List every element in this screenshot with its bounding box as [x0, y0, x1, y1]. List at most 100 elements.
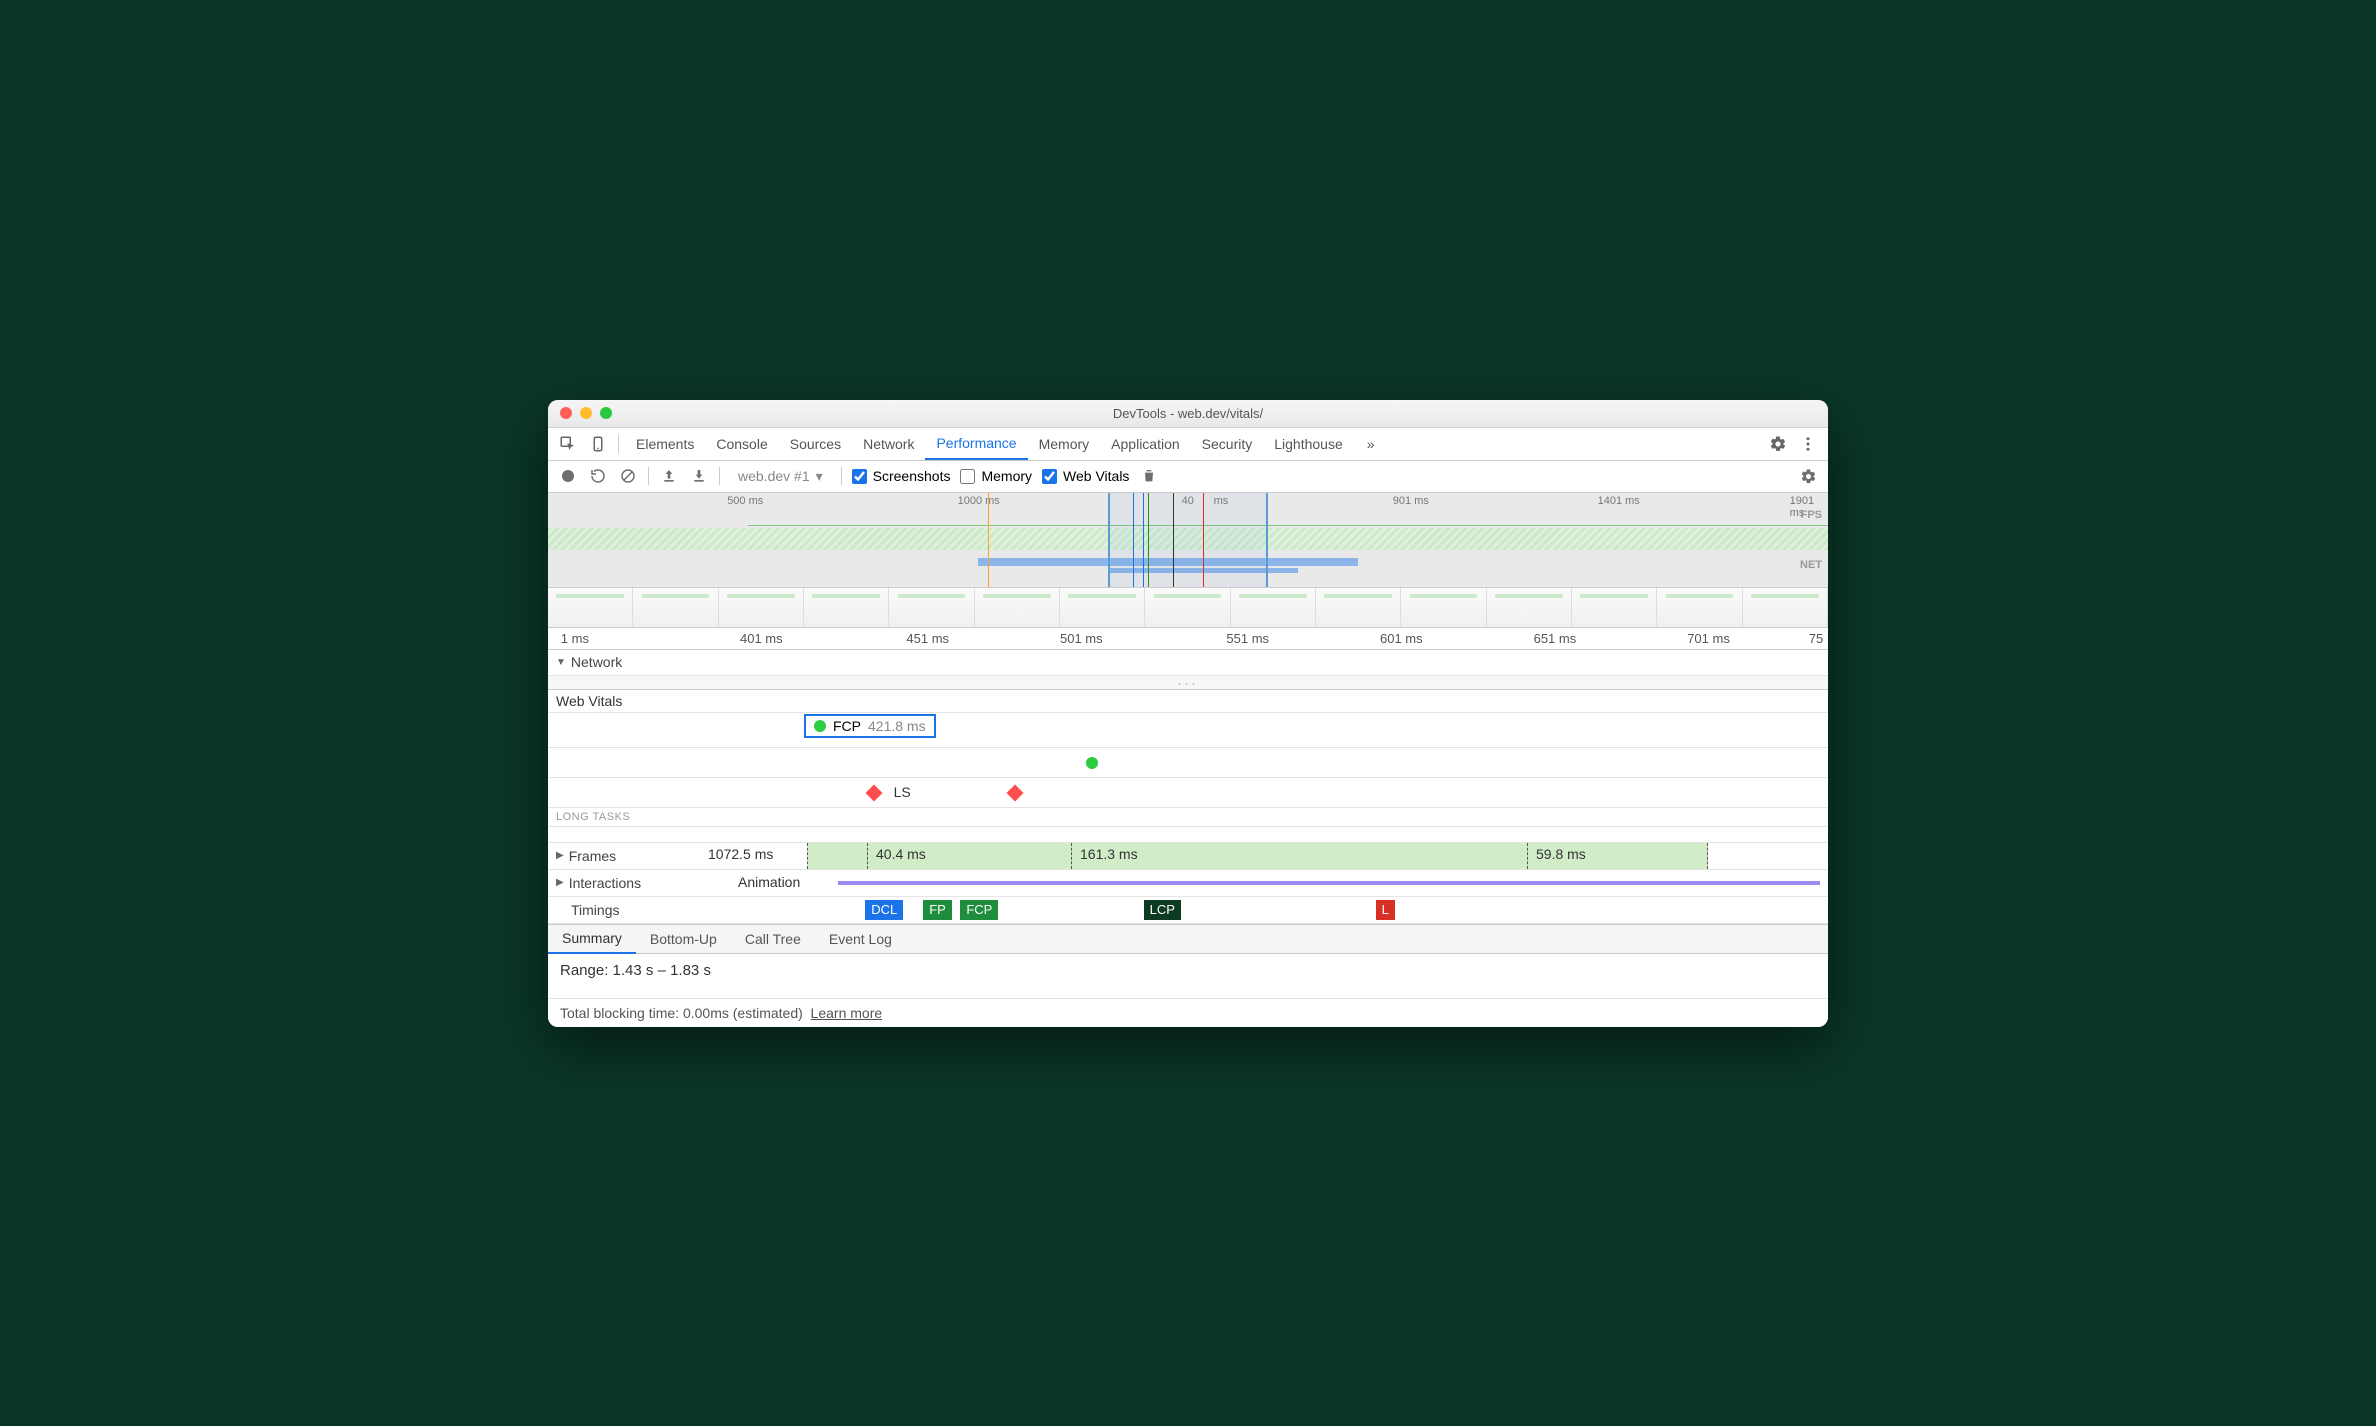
summary-range: Range: 1.43 s – 1.83 s — [548, 954, 1828, 998]
overview-marker — [1203, 493, 1204, 587]
lane-fps: FPS — [1801, 509, 1822, 521]
fcp-marker[interactable]: FCP 421.8 ms — [804, 714, 936, 738]
timing-badge-lcp[interactable]: LCP — [1144, 900, 1181, 920]
overview-time-label: 1000 ms — [958, 495, 1000, 507]
memory-checkbox[interactable]: Memory — [960, 468, 1032, 484]
layout-shift-icon[interactable] — [1006, 785, 1023, 802]
window-controls — [560, 407, 612, 419]
perf-toolbar: web.dev #1 ▾ Screenshots Memory Web Vita… — [548, 461, 1828, 493]
zoom-icon[interactable] — [600, 407, 612, 419]
settings-gear-icon[interactable] — [1764, 430, 1792, 458]
webvitals-section-header: Web Vitals — [548, 690, 1828, 713]
ls-label: LS — [894, 784, 911, 800]
network-section[interactable]: ▼Network — [548, 650, 1828, 676]
details-tab-call-tree[interactable]: Call Tree — [731, 924, 815, 954]
reload-record-button[interactable] — [588, 466, 608, 486]
chevron-down-icon: ▾ — [816, 468, 823, 485]
frame-segment[interactable]: 40.4 ms — [868, 843, 1072, 869]
details-tab-bottom-up[interactable]: Bottom-Up — [636, 924, 731, 954]
lcp-dot-icon[interactable] — [1086, 757, 1098, 769]
frame-segment[interactable]: 161.3 ms — [1072, 843, 1528, 869]
overview-marker — [1143, 493, 1144, 587]
screenshots-checkbox[interactable]: Screenshots — [852, 468, 951, 484]
animation-bar — [838, 881, 1820, 885]
kebab-menu-icon[interactable] — [1794, 430, 1822, 458]
tab-lighthouse[interactable]: Lighthouse — [1263, 427, 1354, 460]
minimize-icon[interactable] — [580, 407, 592, 419]
filmstrip[interactable] — [548, 588, 1828, 628]
inspect-icon[interactable] — [554, 430, 582, 458]
ruler-tick: 75 — [1809, 631, 1823, 646]
upload-profile-button[interactable] — [659, 466, 679, 486]
download-profile-button[interactable] — [689, 466, 709, 486]
titlebar: DevTools - web.dev/vitals/ — [548, 400, 1828, 428]
clear-button[interactable] — [618, 466, 638, 486]
overview-time-label: 1401 ms — [1598, 495, 1640, 507]
webvitals-ls-row: LS — [548, 778, 1828, 808]
record-button[interactable] — [558, 466, 578, 486]
tab-network[interactable]: Network — [852, 427, 925, 460]
timing-badge-fp[interactable]: FP — [923, 900, 952, 920]
device-toggle-icon[interactable] — [584, 430, 612, 458]
delete-icon[interactable] — [1139, 466, 1159, 486]
timing-badge-fcp[interactable]: FCP — [960, 900, 998, 920]
devtools-window: DevTools - web.dev/vitals/ ElementsConso… — [548, 400, 1828, 1027]
good-dot-icon — [814, 720, 826, 732]
frame-segment[interactable]: 1072.5 ms — [700, 843, 808, 869]
recording-select-label: web.dev #1 — [738, 468, 810, 484]
main-tabs: ElementsConsoleSourcesNetworkPerformance… — [548, 428, 1828, 461]
details-tab-event-log[interactable]: Event Log — [815, 924, 906, 954]
ruler-tick: 601 ms — [1380, 631, 1423, 646]
capture-settings-gear-icon[interactable] — [1798, 466, 1818, 486]
animation-label: Animation — [738, 874, 800, 890]
timing-badge-l[interactable]: L — [1376, 900, 1395, 920]
ruler-tick: 651 ms — [1534, 631, 1577, 646]
overview-marker — [1148, 493, 1149, 587]
frame-segment[interactable] — [808, 843, 868, 869]
overview-marker — [1133, 493, 1134, 587]
time-ruler[interactable]: 1 ms 401 ms 451 ms 501 ms 551 ms 601 ms 651 ms… — [548, 628, 1828, 650]
overview-timeline[interactable]: 500 ms1000 ms40ms901 ms1401 ms1901 ms FP… — [548, 493, 1828, 588]
expand-icon: ▶ — [556, 877, 564, 888]
ruler-tick: 401 ms — [740, 631, 783, 646]
interactions-row[interactable]: ▶Interactions Animation — [548, 870, 1828, 897]
overview-marker — [988, 493, 989, 587]
ruler-tick: 701 ms — [1687, 631, 1730, 646]
tab-sources[interactable]: Sources — [779, 427, 852, 460]
expand-icon: ▶ — [556, 850, 564, 861]
overview-time-label: 500 ms — [727, 495, 763, 507]
overview-time-label: 901 ms — [1393, 495, 1429, 507]
ruler-tick: 1 ms — [561, 631, 589, 646]
ruler-tick: 501 ms — [1060, 631, 1103, 646]
layout-shift-icon[interactable] — [866, 785, 883, 802]
details-tabs: SummaryBottom-UpCall TreeEvent Log — [548, 924, 1828, 954]
window-title: DevTools - web.dev/vitals/ — [548, 406, 1828, 421]
tabs-overflow[interactable]: » — [1356, 427, 1386, 460]
close-icon[interactable] — [560, 407, 572, 419]
collapse-handle[interactable]: ··· — [548, 676, 1828, 690]
webvitals-checkbox[interactable]: Web Vitals — [1042, 468, 1129, 484]
expand-icon: ▼ — [556, 657, 566, 668]
tab-performance[interactable]: Performance — [925, 427, 1027, 460]
longtasks-header: LONG TASKS — [548, 808, 1828, 827]
learn-more-link[interactable]: Learn more — [811, 1005, 883, 1021]
tab-elements[interactable]: Elements — [625, 427, 705, 460]
footer: Total blocking time: 0.00ms (estimated) … — [548, 998, 1828, 1027]
ruler-tick: 551 ms — [1226, 631, 1269, 646]
tab-security[interactable]: Security — [1191, 427, 1264, 460]
webvitals-fcp-row: FCP 421.8 ms — [548, 713, 1828, 748]
details-tab-summary[interactable]: Summary — [548, 924, 636, 954]
tab-memory[interactable]: Memory — [1028, 427, 1101, 460]
tab-console[interactable]: Console — [705, 427, 778, 460]
recording-select[interactable]: web.dev #1 ▾ — [730, 466, 831, 487]
timing-badge-dcl[interactable]: DCL — [865, 900, 903, 920]
tbt-text: Total blocking time: 0.00ms (estimated) — [560, 1005, 803, 1021]
frame-segment[interactable]: 59.8 ms — [1528, 843, 1708, 869]
selection-window[interactable] — [1108, 493, 1268, 587]
lane-net: NET — [1800, 559, 1822, 571]
frames-row[interactable]: ▶Frames 1072.5 ms40.4 ms161.3 ms59.8 ms — [548, 843, 1828, 870]
ruler-tick: 451 ms — [906, 631, 949, 646]
tab-application[interactable]: Application — [1100, 427, 1191, 460]
overview-marker — [1173, 493, 1174, 587]
webvitals-lcp-row — [548, 748, 1828, 778]
